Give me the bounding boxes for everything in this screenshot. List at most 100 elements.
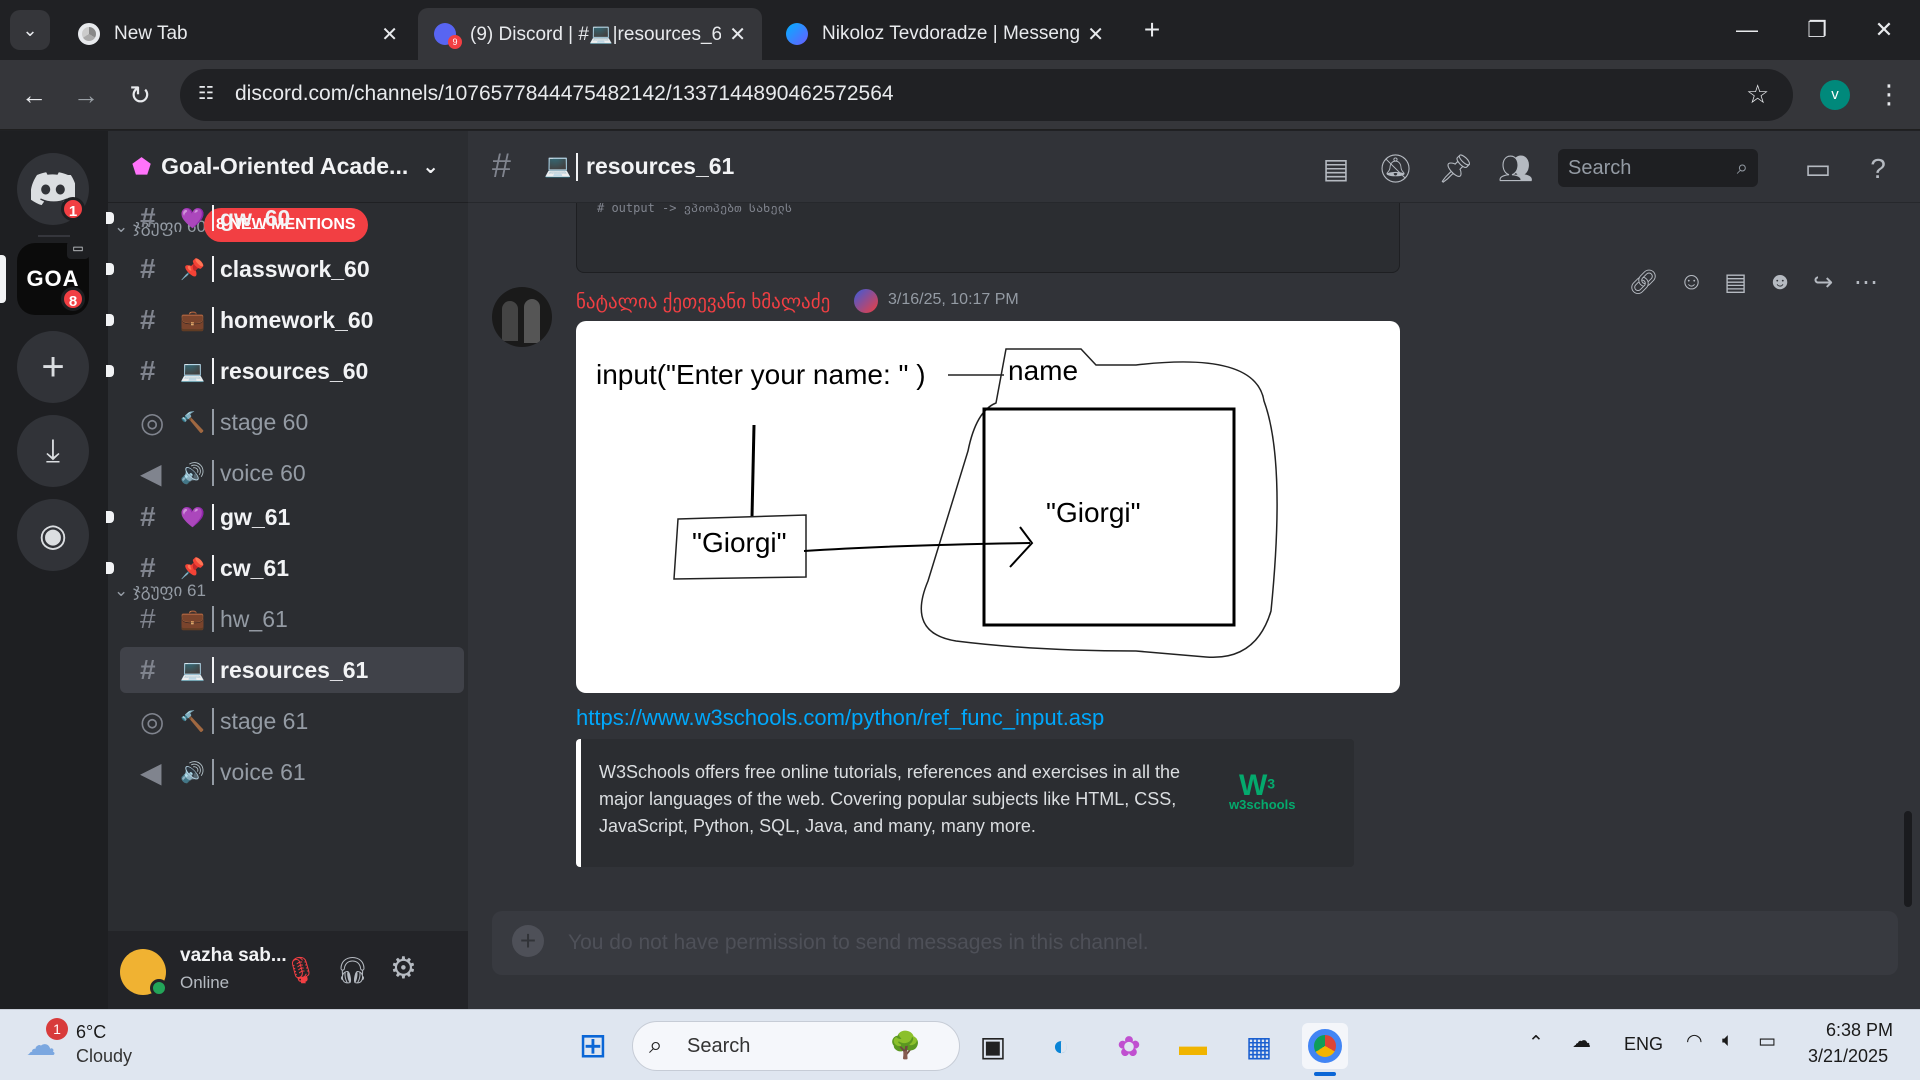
add-server-button[interactable]: +	[17, 331, 89, 403]
text-channel-icon: #	[492, 147, 511, 185]
taskbar-task-view[interactable]: ▣	[970, 1023, 1016, 1069]
browser-tab-new-tab[interactable]: New Tab ✕	[62, 8, 414, 60]
back-button[interactable]: ←	[16, 77, 52, 113]
embed-description: W3Schools offers free online tutorials, …	[599, 762, 1180, 836]
text-channel-icon: #	[140, 552, 156, 583]
input-language[interactable]: ENG	[1624, 1034, 1663, 1055]
taskbar-copilot[interactable]: ✿	[1106, 1023, 1152, 1069]
threads-button[interactable]: ▤	[1320, 153, 1352, 185]
emoji-icon[interactable]: ☻	[1767, 268, 1792, 296]
server-header[interactable]: ⬟ Goal-Oriented Acade... ⌄	[108, 131, 468, 203]
volume-icon[interactable]: 🔈︎	[1722, 1030, 1733, 1052]
weather-widget[interactable]: ☁ 1 6°C Cloudy	[26, 1018, 166, 1072]
channel-item-resources_61[interactable]: # 💻 resources_61	[120, 647, 464, 693]
direct-messages-button[interactable]: 1	[17, 153, 89, 225]
profile-initial: v	[1831, 86, 1839, 103]
close-icon[interactable]: ✕	[1087, 22, 1104, 47]
close-icon[interactable]: ✕	[729, 22, 746, 47]
message-author[interactable]: ნატალია ქეთევანი ხმალაძე	[576, 291, 830, 314]
battery-icon[interactable]: ▭	[1758, 1030, 1776, 1053]
user-status: Online	[180, 973, 230, 992]
server-goal-oriented-academy[interactable]: GOA ▭ 8	[17, 241, 89, 315]
deafen-button[interactable]: 🎧︎	[336, 955, 369, 986]
restore-button[interactable]: ❐	[1797, 12, 1837, 48]
show-hidden-icons[interactable]: ⌃	[1528, 1032, 1544, 1055]
message-link[interactable]: https://www.w3schools.com/python/ref_fun…	[576, 705, 1104, 731]
message-avatar[interactable]	[492, 287, 552, 347]
close-icon[interactable]: ✕	[381, 22, 398, 47]
logo-text: w3schools	[1229, 797, 1296, 812]
user-settings-button[interactable]: ⚙	[390, 951, 417, 986]
wifi-icon[interactable]: ◠	[1686, 1030, 1703, 1053]
channel-item-homework_60[interactable]: # 💼 homework_60	[106, 297, 464, 343]
tab-title: (9) Discord | #💻|resources_61	[470, 24, 722, 45]
stage-channel-icon: ◎	[140, 705, 165, 737]
forward-button[interactable]: →	[68, 77, 104, 113]
channel-item-cw_61[interactable]: # 📌 cw_61	[106, 545, 464, 591]
channel-item-stage-61[interactable]: ◎ 🔨 stage 61	[120, 698, 464, 744]
help-button[interactable]: ?	[1862, 153, 1894, 185]
divider-bar	[212, 504, 214, 530]
more-horizontal-icon[interactable]: ⋯	[1854, 268, 1878, 297]
bookmark-star-icon[interactable]: ☆	[1746, 79, 1769, 110]
taskbar-search[interactable]: ⌕ Search 🌳	[632, 1021, 960, 1071]
thread-icon[interactable]: ▤	[1724, 268, 1747, 297]
scrollbar[interactable]	[1904, 811, 1912, 907]
channel-name: resources_61	[220, 656, 369, 683]
windows-logo-icon: ⊞	[578, 1027, 608, 1065]
folder-icon: ▬	[1179, 1030, 1207, 1061]
channel-emoji: 📌	[180, 258, 205, 281]
composer-placeholder: You do not have permission to send messa…	[568, 931, 1149, 954]
inbox-button[interactable]: ▭	[1802, 153, 1834, 185]
tab-search-button[interactable]: ⌄	[10, 10, 50, 50]
browser-tab-discord[interactable]: 9 (9) Discord | #💻|resources_61 ✕	[418, 8, 762, 60]
profile-avatar[interactable]: v	[1820, 80, 1850, 110]
member-list-button[interactable]: 👥︎	[1498, 153, 1534, 185]
reload-button[interactable]: ↻	[122, 77, 158, 113]
channel-name: voice 61	[220, 758, 306, 785]
search-input[interactable]: Search ⌕	[1558, 149, 1758, 187]
taskbar-store[interactable]: ▦	[1236, 1023, 1282, 1069]
channel-item-gw_61[interactable]: # 💜 gw_61	[106, 494, 464, 540]
channel-item-voice-60[interactable]: ◀ 🔊 voice 60	[120, 450, 464, 496]
user-panel: vazha sab... Online 🎙︎ 🎧︎ ⚙	[108, 931, 468, 1009]
channel-emoji: 🔊	[180, 761, 205, 784]
start-button[interactable]: ⊞	[570, 1023, 616, 1069]
text-channel-icon: #	[140, 355, 156, 386]
clock-time[interactable]: 6:38 PM	[1826, 1020, 1893, 1041]
channel-item-hw_61[interactable]: # 💼 hw_61	[120, 596, 464, 642]
browser-menu-button[interactable]: ⋮	[1876, 76, 1902, 112]
channel-item-voice-61[interactable]: ◀ 🔊 voice 61	[120, 749, 464, 795]
taskbar-chrome[interactable]	[1302, 1023, 1348, 1069]
inbox-icon: ▭	[1804, 153, 1832, 184]
link-icon[interactable]: 🔗︎	[1628, 268, 1658, 297]
minimize-button[interactable]: —	[1727, 12, 1767, 48]
close-window-button[interactable]: ✕	[1864, 12, 1904, 48]
w3schools-logo: W3 w3schools	[1229, 769, 1296, 819]
taskbar-file-explorer[interactable]: ▬	[1170, 1023, 1216, 1069]
taskbar-edge[interactable]: ◐	[1038, 1023, 1084, 1069]
discover-button[interactable]: ◉	[17, 499, 89, 571]
channel-item-resources_60[interactable]: # 💻 resources_60	[106, 348, 464, 394]
browser-tab-messenger[interactable]: Nikoloz Tevdoradze | Messenger ✕	[770, 8, 1120, 60]
channel-item-gw_60[interactable]: # 💜 gw_60	[106, 195, 464, 241]
channel-item-stage-60[interactable]: ◎ 🔨 stage 60	[120, 399, 464, 445]
arrow-line	[803, 542, 1031, 552]
forward-icon[interactable]: ↪	[1813, 268, 1833, 297]
mute-button[interactable]: 🎙︎	[284, 955, 317, 986]
add-reaction-super-icon[interactable]: ☺	[1679, 268, 1704, 296]
address-bar[interactable]: ☷ discord.com/channels/10765778444754821…	[180, 69, 1793, 121]
pinned-messages-button[interactable]: 📌︎	[1438, 153, 1474, 185]
image-attachment[interactable]: input("Enter your name: " ) name "Giorgi…	[576, 321, 1400, 693]
tab-title: New Tab	[114, 23, 188, 44]
username[interactable]: vazha sab...	[180, 945, 287, 967]
channel-item-classwork_60[interactable]: # 📌 classwork_60	[106, 246, 464, 292]
clock-date[interactable]: 3/21/2025	[1808, 1046, 1888, 1067]
avatar[interactable]	[120, 949, 168, 997]
channel-sidebar: ⬟ Goal-Oriented Acade... ⌄ ⌄ ჯგუფი 60 8 …	[106, 131, 468, 1009]
new-tab-button[interactable]: +	[1136, 12, 1168, 48]
notification-settings-button[interactable]: 🔕︎	[1378, 153, 1414, 185]
download-apps-button[interactable]: ⤓	[17, 415, 89, 487]
site-info-icon[interactable]: ☷	[198, 83, 214, 104]
onedrive-icon[interactable]: ☁	[1572, 1030, 1591, 1053]
